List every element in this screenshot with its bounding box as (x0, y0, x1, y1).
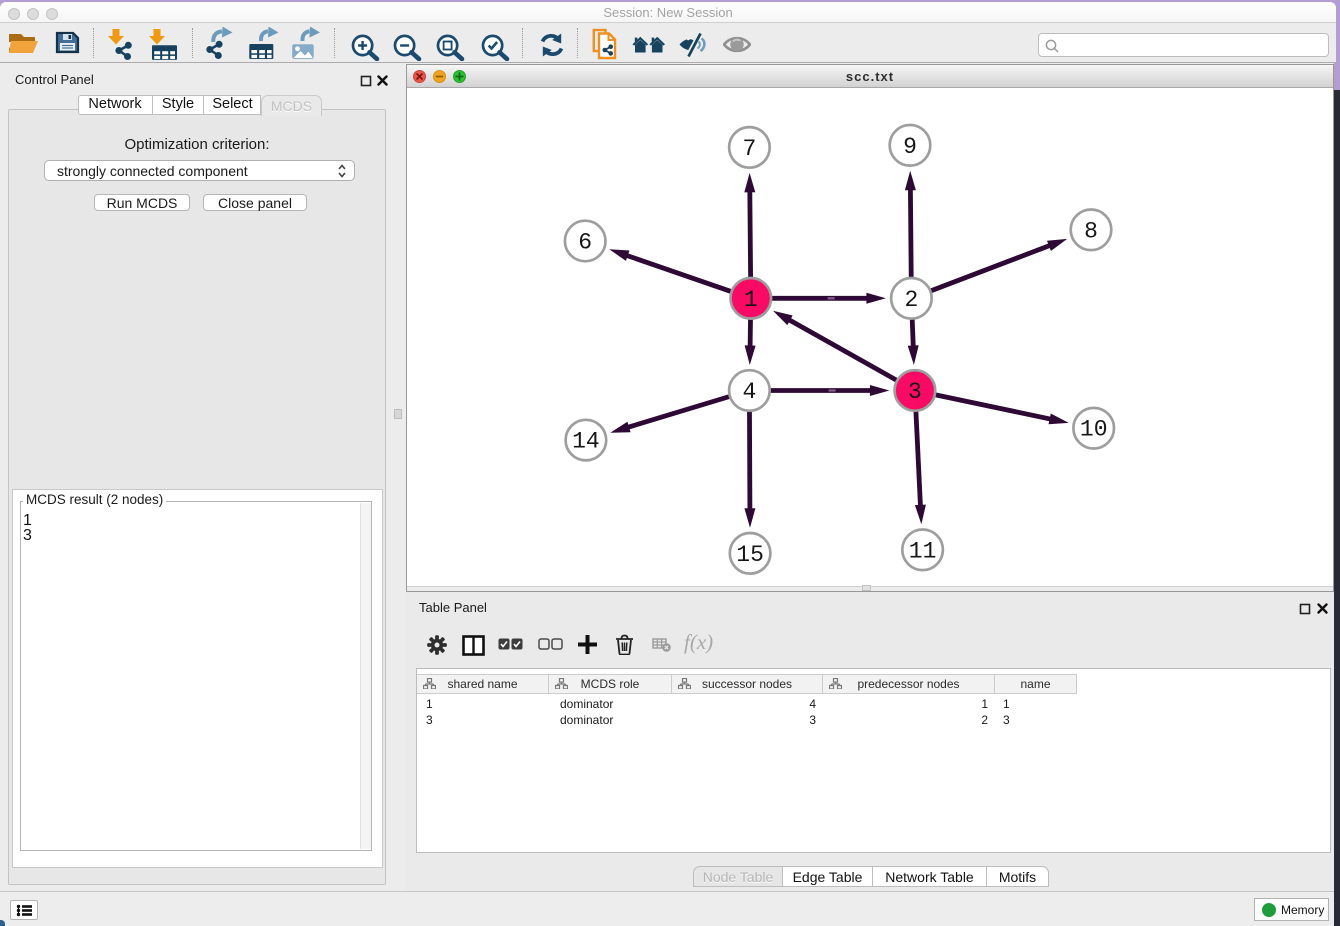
svg-text:3: 3 (908, 379, 922, 405)
svg-text:2: 2 (904, 287, 918, 313)
svg-text:4: 4 (742, 379, 756, 405)
svg-text:1: 1 (744, 287, 758, 313)
svg-text:8: 8 (1084, 218, 1098, 244)
svg-text:15: 15 (736, 542, 764, 568)
svg-text:11: 11 (909, 538, 937, 564)
svg-text:14: 14 (572, 429, 600, 455)
svg-text:6: 6 (578, 230, 592, 256)
svg-text:9: 9 (903, 134, 917, 160)
svg-text:10: 10 (1080, 417, 1108, 443)
svg-text:7: 7 (742, 136, 756, 162)
